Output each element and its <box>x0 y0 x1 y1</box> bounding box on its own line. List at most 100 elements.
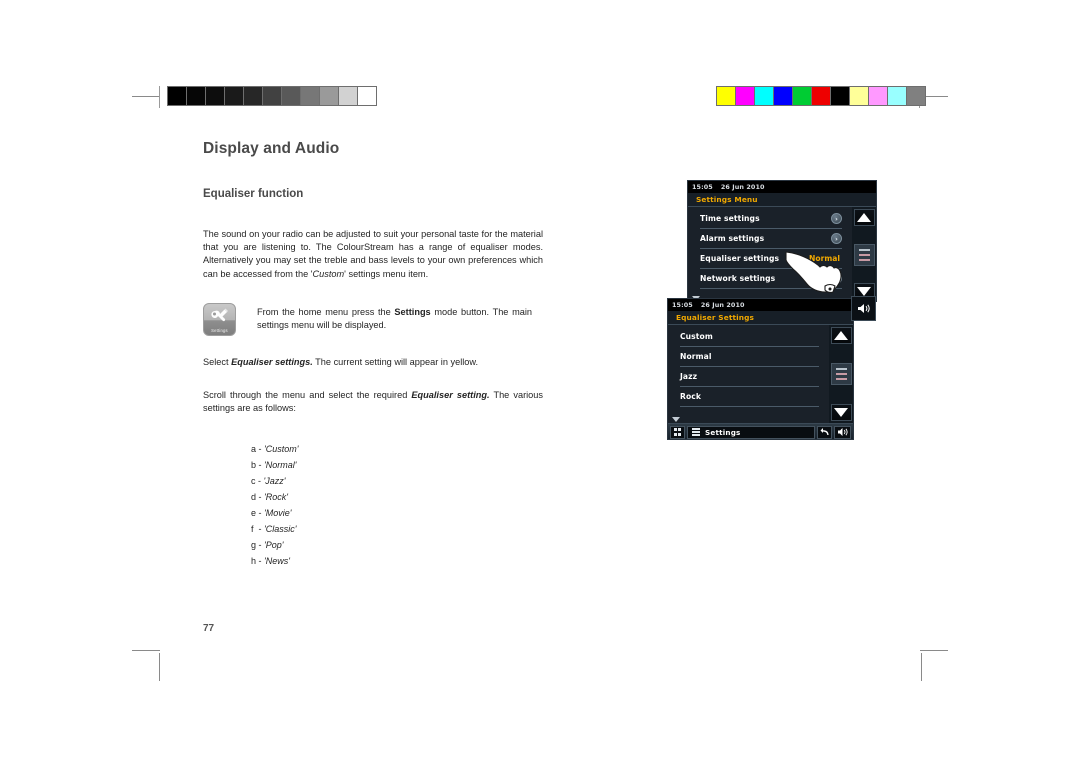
equaliser-option-4: e - 'Movie' <box>251 505 543 521</box>
crop-mark-top-left <box>132 96 160 97</box>
menu-area-settings-menu: Time settings › Alarm settings › Equaliser s… <box>688 207 876 301</box>
triangle-up-icon <box>834 331 848 340</box>
radio-screen-settings-menu[interactable]: 15:05 26 Jun 2010 Settings Menu Time set… <box>687 180 877 302</box>
menu-item-equaliser-settings[interactable]: Equaliser settings Normal <box>700 249 842 269</box>
grayscale-calibration-bar <box>167 86 377 106</box>
equaliser-option-value: 'Jazz' <box>263 476 286 487</box>
status-date: 26 Jun 2010 <box>720 183 765 191</box>
page-title: Display and Audio <box>203 140 340 157</box>
calibration-swatch-2 <box>206 87 225 105</box>
radio-screen-equaliser-settings[interactable]: 15:05 26 Jun 2010 Equaliser Settings Cus… <box>667 298 854 440</box>
page-number: 77 <box>203 623 215 634</box>
eq-option-custom[interactable]: Custom <box>680 327 819 347</box>
menu-item-alarm-settings[interactable]: Alarm settings › <box>700 229 842 249</box>
equaliser-option-3: d - 'Rock' <box>251 489 543 505</box>
status-bar-settings-menu: 15:05 26 Jun 2010 <box>688 181 876 193</box>
equaliser-option-2: c - 'Jazz' <box>251 473 543 489</box>
bottom-toolbar-eq-settings: Settings <box>668 423 853 439</box>
eq-option-label: Custom <box>680 332 713 341</box>
step-1-text: From the home menu press the Settings mo… <box>257 303 532 332</box>
triangle-up-icon <box>857 213 871 222</box>
step-3-text: Scroll through the menu and select the r… <box>203 389 543 415</box>
triangle-down-icon <box>834 408 848 417</box>
hamburger-menu-icon <box>692 428 700 436</box>
menu-item-network-settings[interactable]: Network settings › <box>700 269 842 289</box>
equaliser-option-letter: f - <box>251 524 264 535</box>
step-settings-button: Settings From the home menu press the Se… <box>203 302 543 336</box>
settings-icon-label: Settings <box>211 327 228 333</box>
eq-option-rock[interactable]: Rock <box>680 387 819 407</box>
calibration-swatch-5 <box>812 87 831 105</box>
equaliser-option-value: 'Rock' <box>264 492 288 503</box>
status-bar-eq-settings: 15:05 26 Jun 2010 <box>668 299 853 311</box>
step-3-bold: Equaliser setting. <box>411 390 490 401</box>
equaliser-option-value: 'Normal' <box>264 460 297 471</box>
step-1-bold: Settings <box>394 306 431 317</box>
equaliser-option-letter: g - <box>251 540 265 551</box>
scroll-rail-eq-settings[interactable] <box>829 325 853 423</box>
volume-button-settings-menu[interactable] <box>851 296 876 321</box>
grid-icon <box>673 428 682 436</box>
back-button[interactable] <box>817 425 832 439</box>
screen-title-eq-settings: Equaliser Settings <box>668 311 853 325</box>
volume-icon <box>858 304 870 313</box>
menu-item-time-settings[interactable]: Time settings › <box>700 209 842 229</box>
section-title: Equaliser function <box>203 188 304 200</box>
settings-button-label: Settings <box>705 427 741 437</box>
step-2-text-b: The current setting will appear in yello… <box>312 356 479 367</box>
chevron-right-icon[interactable]: › <box>831 233 842 244</box>
calibration-swatch-1 <box>736 87 755 105</box>
step-2-text: Select Equaliser settings. The current s… <box>203 356 543 369</box>
volume-icon <box>837 428 848 436</box>
equaliser-option-letter: c - <box>251 476 264 487</box>
equaliser-option-value: 'Movie' <box>264 508 292 519</box>
document-column: Display and Audio Equaliser function The… <box>203 140 543 569</box>
calibration-swatch-9 <box>339 87 358 105</box>
settings-menu-button[interactable]: Settings <box>687 425 815 439</box>
menu-item-label: Network settings <box>700 274 776 283</box>
calibration-swatch-10 <box>907 87 925 105</box>
eq-option-label: Jazz <box>680 372 698 381</box>
scroll-down-button[interactable] <box>830 404 852 421</box>
equaliser-option-letter: e - <box>251 508 265 519</box>
calibration-swatch-2 <box>755 87 774 105</box>
calibration-swatch-3 <box>774 87 793 105</box>
step-3-text-a: Scroll through the menu and select the r… <box>203 390 412 401</box>
calibration-swatch-9 <box>888 87 907 105</box>
scroll-up-button[interactable] <box>853 209 875 226</box>
equaliser-option-1: b - 'Normal' <box>251 457 543 473</box>
home-grid-button[interactable] <box>670 425 685 439</box>
eq-option-normal[interactable]: Normal <box>680 347 819 367</box>
settings-mode-icon: Settings <box>203 302 236 336</box>
calibration-swatch-8 <box>869 87 888 105</box>
calibration-swatch-4 <box>793 87 812 105</box>
calibration-swatch-1 <box>187 87 206 105</box>
chevron-right-icon[interactable]: › <box>831 273 842 284</box>
equaliser-option-0: a - 'Custom' <box>251 441 543 457</box>
status-time: 15:05 <box>692 183 713 191</box>
list-mode-indicator-icon[interactable] <box>853 243 875 266</box>
equaliser-option-letter: b - <box>251 460 265 471</box>
step-2-text-a: Select <box>203 356 232 367</box>
menu-list-settings-menu[interactable]: Time settings › Alarm settings › Equaliser s… <box>688 207 852 301</box>
equaliser-option-value: 'Custom' <box>264 444 299 455</box>
volume-button[interactable] <box>834 425 851 439</box>
calibration-swatch-5 <box>263 87 282 105</box>
crop-mark-vert-left <box>159 653 160 681</box>
equaliser-option-letter: h - <box>251 556 265 567</box>
calibration-swatch-7 <box>850 87 869 105</box>
eq-option-jazz[interactable]: Jazz <box>680 367 819 387</box>
crop-mark-vert-right <box>921 653 922 681</box>
equaliser-option-5: f - 'Classic' <box>251 521 543 537</box>
menu-list-eq-settings[interactable]: Custom Normal Jazz Rock <box>668 325 829 423</box>
equaliser-option-letter: a - <box>251 444 265 455</box>
scroll-up-button[interactable] <box>830 327 852 344</box>
scroll-rail-settings-menu[interactable] <box>852 207 876 301</box>
calibration-swatch-4 <box>244 87 263 105</box>
screen-title-settings-menu: Settings Menu <box>688 193 876 207</box>
status-date: 26 Jun 2010 <box>700 301 745 309</box>
more-items-indicator-icon <box>672 417 680 422</box>
equaliser-option-value: 'Pop' <box>264 540 284 551</box>
chevron-right-icon[interactable]: › <box>831 213 842 224</box>
list-mode-indicator-icon[interactable] <box>830 363 852 385</box>
